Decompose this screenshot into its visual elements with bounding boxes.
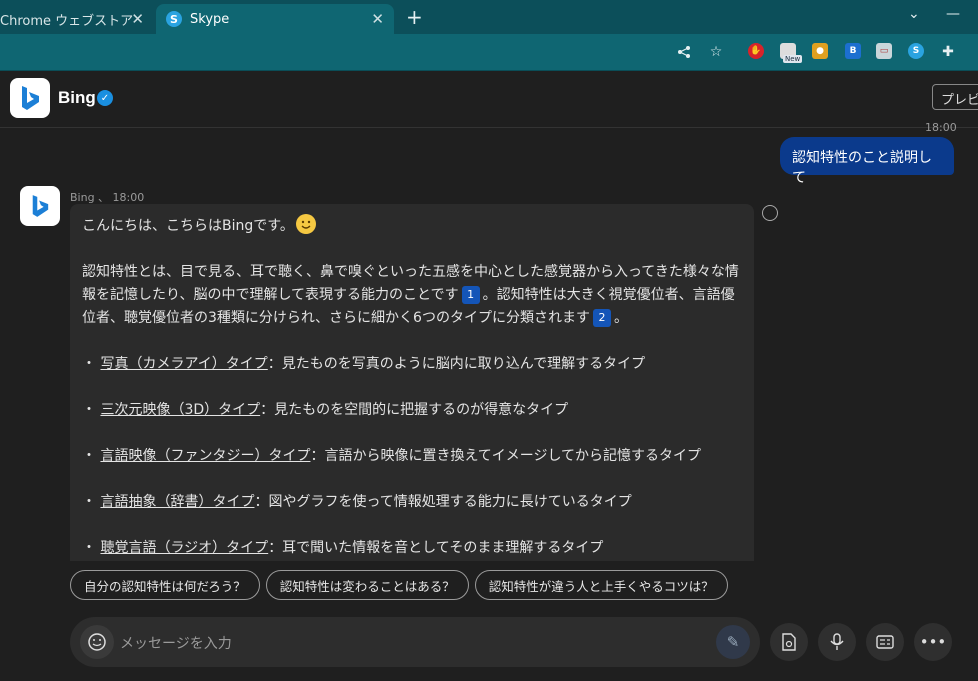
type-link[interactable]: 写真（カメラアイ）タイプ xyxy=(100,356,267,372)
skype-extension-icon[interactable]: S xyxy=(908,43,924,59)
bookmark-star-icon[interactable]: ☆ xyxy=(707,43,725,61)
add-reaction-icon[interactable] xyxy=(762,205,778,221)
share-icon[interactable] xyxy=(675,43,693,61)
extension-color-icon[interactable]: ● xyxy=(812,43,828,59)
chat-header: Bing ✓ プレビ xyxy=(0,71,978,128)
more-options-icon[interactable]: ••• xyxy=(914,623,952,661)
formatting-pen-icon[interactable]: ✎ xyxy=(716,625,750,659)
type-link[interactable]: 言語映像（ファンタジー）タイプ xyxy=(100,448,310,464)
skype-favicon-icon: S xyxy=(166,11,182,27)
citation-1[interactable]: 1 xyxy=(461,286,480,304)
type-description: ：耳で聞いた情報を音としてそのまま理解するタイプ xyxy=(268,540,604,556)
list-item: ・ 言語映像（ファンタジー）タイプ：言語から映像に置き換えてイメージしてから記憶… xyxy=(82,448,702,464)
close-tab-icon[interactable]: ✕ xyxy=(131,10,144,28)
type-description: ：図やグラフを使って情報処理する能力に長けているタイプ xyxy=(254,494,632,510)
list-item: ・ 聴覚言語（ラジオ）タイプ：耳で聞いた情報を音としてそのまま理解するタイプ xyxy=(82,540,604,556)
tab-label: Chrome ウェブストア xyxy=(0,13,134,29)
extension-red-icon[interactable]: ✋ xyxy=(748,43,764,59)
new-tab-button[interactable]: + xyxy=(406,5,423,29)
suggestion-chip[interactable]: 認知特性が違う人と上手くやるコツは？ xyxy=(474,570,728,600)
browser-tab-bar: Chrome ウェブストア ✕ S Skype ✕ + ⌄ — xyxy=(0,0,978,34)
extension-clip-icon[interactable]: ▭ xyxy=(876,43,892,59)
suggestion-chips: 自分の認知特性は何だろう？ 認知特性は変わることはある？ 認知特性が違う人と上手… xyxy=(70,570,728,600)
emoji-picker-button[interactable] xyxy=(80,625,114,659)
bing-logo-icon xyxy=(10,78,50,118)
message-composer[interactable]: メッセージを入力 ✎ xyxy=(70,617,760,667)
suggestion-chip[interactable]: 認知特性は変わることはある？ xyxy=(265,570,469,600)
extension-new-badge: New xyxy=(783,55,803,63)
type-link[interactable]: 言語抽象（辞書）タイプ xyxy=(100,494,254,510)
type-description: ：言語から映像に置き換えてイメージしてから記憶するタイプ xyxy=(310,448,702,464)
list-item: ・ 三次元映像（3D）タイプ：見たものを空間的に把握するのが得意なタイプ xyxy=(82,402,569,418)
preview-button[interactable]: プレビ xyxy=(932,84,978,110)
list-item: ・ 言語抽象（辞書）タイプ：図やグラフを使って情報処理する能力に長けているタイプ xyxy=(82,494,632,510)
chat-title: Bing xyxy=(58,88,96,107)
tab-chrome-web-store[interactable]: Chrome ウェブストア ✕ xyxy=(0,4,154,34)
type-link[interactable]: 三次元映像（3D）タイプ xyxy=(100,402,260,418)
tab-skype[interactable]: S Skype ✕ xyxy=(156,4,394,34)
close-tab-icon[interactable]: ✕ xyxy=(371,10,384,28)
contact-card-icon[interactable] xyxy=(866,623,904,661)
user-message-time: 18:00 xyxy=(925,121,957,134)
extension-bl-icon[interactable]: B xyxy=(845,43,861,59)
definition-paragraph: 認知特性とは、目で見る、耳で聴く、鼻で嗅ぐといった五感を中心とした感覚器から入っ… xyxy=(82,261,742,330)
verified-badge-icon: ✓ xyxy=(97,90,113,106)
extensions-puzzle-icon[interactable]: ✚ xyxy=(939,43,957,61)
citation-2[interactable]: 2 xyxy=(592,309,611,327)
smile-emoji-icon xyxy=(295,214,316,234)
tab-search-chevron-icon[interactable]: ⌄ xyxy=(908,6,920,22)
bot-message-meta: Bing 、 18:00 xyxy=(70,191,145,204)
type-link[interactable]: 聴覚言語（ラジオ）タイプ xyxy=(100,540,268,556)
suggestion-chip[interactable]: 自分の認知特性は何だろう？ xyxy=(70,570,260,600)
bing-avatar xyxy=(20,186,60,226)
type-description: ：見たものを写真のように脳内に取り込んで理解するタイプ xyxy=(267,356,646,372)
type-description: ：見たものを空間的に把握するのが得意なタイプ xyxy=(260,402,569,418)
bot-message-bubble: こんにちは、こちらはBingです。 認知特性とは、目で見る、耳で聴く、鼻で嗅ぐと… xyxy=(70,204,754,561)
tab-label: Skype xyxy=(190,11,230,27)
period-text: 。 xyxy=(613,310,628,326)
user-message-bubble: 認知特性のこと説明して xyxy=(780,137,954,186)
greeting-text: こんにちは、こちらはBingです。 xyxy=(82,218,294,234)
minimize-button[interactable]: — xyxy=(946,6,960,22)
browser-toolbar: ☆ ✋ New ● B ▭ S ✚ xyxy=(0,34,978,71)
list-item: ・ 写真（カメラアイ）タイプ：見たものを写真のように脳内に取り込んで理解するタイ… xyxy=(82,356,646,372)
attach-file-icon[interactable] xyxy=(770,623,808,661)
greeting-line: こんにちは、こちらはBingです。 xyxy=(82,214,742,238)
microphone-icon[interactable] xyxy=(818,623,856,661)
message-input[interactable]: メッセージを入力 xyxy=(120,633,232,653)
